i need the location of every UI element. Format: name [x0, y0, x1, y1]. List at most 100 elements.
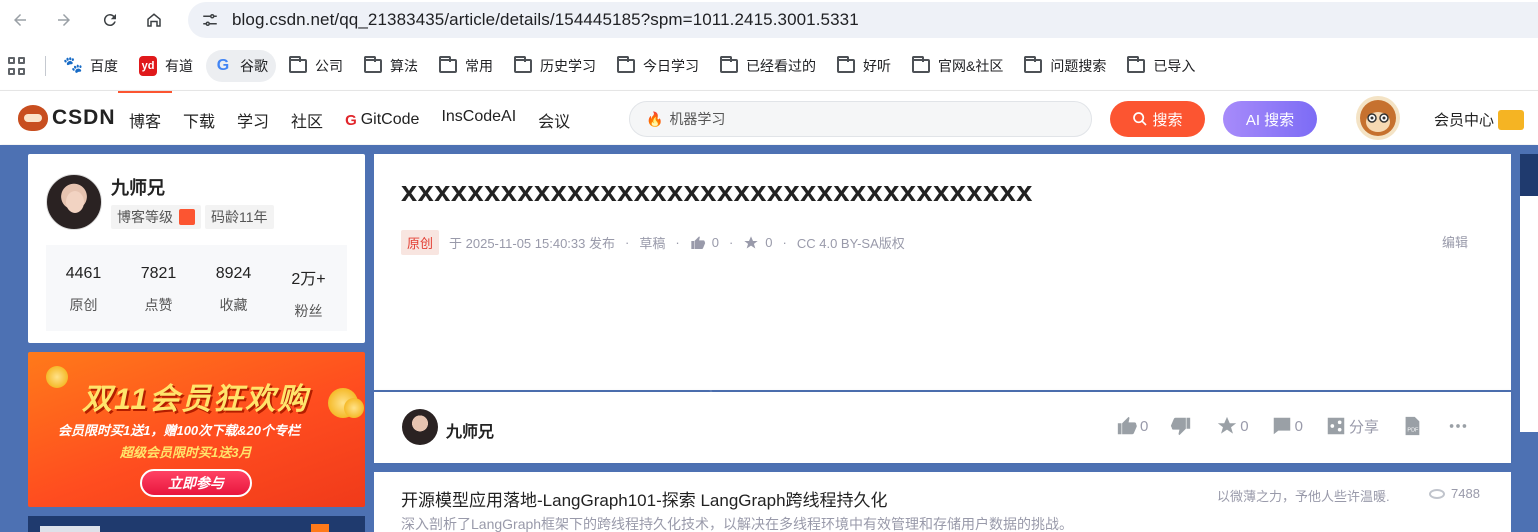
more-button[interactable]: [1447, 415, 1471, 437]
meta-favorite-count: 0: [765, 235, 773, 250]
nav-community[interactable]: 社区: [291, 108, 323, 132]
arrow-left-icon: [14, 14, 26, 26]
stat-value: 4461: [65, 265, 102, 282]
article-header: xxxxxxxxxxxxxxxxxxxxxxxxxxxxxxxxxxxxxx 原…: [374, 154, 1511, 390]
folder-icon: [439, 56, 457, 73]
bookmark-baidu[interactable]: 🐾 百度: [56, 50, 126, 82]
reload-button[interactable]: [96, 6, 124, 34]
svg-text:PDF: PDF: [1407, 428, 1419, 434]
coin-icon: [344, 398, 364, 418]
edit-link[interactable]: 编辑: [1442, 232, 1468, 251]
csdn-logo[interactable]: CSDN: [18, 105, 116, 131]
vip-center-link[interactable]: 会员中心: [1434, 109, 1525, 130]
license-label[interactable]: CC 4.0 BY-SA版权: [797, 233, 905, 252]
author-avatar[interactable]: [46, 174, 102, 230]
action-bar-author[interactable]: 九师兄: [446, 418, 494, 442]
nav-gitcode-label: GitCode: [360, 111, 420, 128]
action-tools: 0 0 0 分享 PDF: [1094, 415, 1471, 437]
pdf-button[interactable]: PDF: [1401, 415, 1425, 437]
action-bar-avatar[interactable]: [402, 409, 438, 445]
stat-label: 原创: [69, 297, 98, 313]
stat-label: 收藏: [219, 297, 248, 313]
coin-icon: [46, 366, 68, 388]
thumb-up-icon: [1117, 416, 1137, 435]
recommend-item[interactable]: 开源模型应用落地-LangGraph101-探索 LangGraph跨线程持久化…: [374, 472, 1511, 532]
more-dots-icon: [1449, 424, 1467, 428]
bookmark-folder-common[interactable]: 常用: [431, 50, 501, 82]
dislike-button[interactable]: [1170, 415, 1194, 437]
meta-separator: ·: [625, 235, 630, 250]
bookmark-folder-questions[interactable]: 问题搜索: [1016, 50, 1114, 82]
bookmark-google[interactable]: G 谷歌: [206, 50, 276, 82]
search-box: 🔥: [629, 101, 1092, 137]
stat-favorites[interactable]: 8924 收藏: [196, 245, 271, 331]
bookmark-folder-seen[interactable]: 已经看过的: [712, 50, 824, 82]
bookmark-folder-history[interactable]: 历史学习: [506, 50, 604, 82]
bookmark-folder-today[interactable]: 今日学习: [609, 50, 707, 82]
bookmark-folder-music[interactable]: 好听: [829, 50, 899, 82]
csdn-toolbar: CSDN 博客 下载 学习 社区 G GitCode InsCodeAI 会议 🔥…: [0, 90, 1538, 144]
bookmark-label: 公司: [315, 58, 343, 74]
meta-separator: ·: [728, 235, 734, 250]
nav-blog[interactable]: 博客: [129, 108, 161, 132]
bookmark-label: 算法: [390, 58, 418, 74]
user-avatar[interactable]: [1356, 96, 1400, 140]
bookmarks-bar: 🐾 百度 yd 有道 G 谷歌 公司 算法 常用 历史学习 今日学习 已经看过的 好听…: [0, 44, 1538, 88]
stat-original[interactable]: 4461 原创: [46, 245, 121, 331]
bookmark-folder-official[interactable]: 官网&社区: [904, 50, 1011, 82]
folder-icon: [617, 56, 635, 73]
promo-line1: 会员限时买1送1，赠100次下载&20个专栏: [58, 423, 300, 438]
bookmark-label: 有道: [165, 58, 193, 74]
monkey-avatar-icon: [1360, 100, 1396, 136]
nav-learn[interactable]: 学习: [237, 108, 269, 132]
apps-grid-icon[interactable]: [8, 57, 26, 75]
nav-meeting[interactable]: 会议: [538, 108, 570, 132]
like-button[interactable]: 0: [1116, 415, 1148, 437]
promo-join-button[interactable]: 立即参与: [140, 469, 252, 497]
search-input[interactable]: [669, 111, 1050, 127]
author-name[interactable]: 九师兄: [111, 174, 165, 200]
ai-search-button[interactable]: AI 搜索: [1223, 101, 1317, 137]
star-icon[interactable]: [743, 235, 759, 251]
ai-search-label: AI 搜索: [1245, 111, 1295, 129]
stat-fans[interactable]: 2万+ 粉丝: [271, 245, 346, 331]
blog-level-label: 博客等级: [117, 209, 173, 225]
url-field[interactable]: blog.csdn.net/qq_21383435/article/detail…: [188, 2, 1538, 38]
home-button[interactable]: [140, 6, 168, 34]
recommend-desc: 深入剖析了LangGraph框架下的跨线程持久化技术，以解决在多线程环境中有效管…: [401, 516, 1074, 532]
recommend-title[interactable]: 开源模型应用落地-LangGraph101-探索 LangGraph跨线程持久化: [401, 486, 888, 511]
comment-button[interactable]: 0: [1271, 415, 1303, 437]
bookmark-folder-company[interactable]: 公司: [281, 50, 351, 82]
arrow-right-icon: [58, 14, 70, 26]
recommend-author[interactable]: 以微薄之力，予他人些许温暖.: [1217, 486, 1390, 505]
nav-gitcode[interactable]: G GitCode: [345, 108, 419, 132]
search-button[interactable]: 搜索: [1110, 101, 1205, 137]
back-button[interactable]: [6, 6, 34, 34]
stat-likes[interactable]: 7821 点赞: [121, 245, 196, 331]
blog-level-badge[interactable]: 博客等级: [111, 205, 201, 229]
youdao-icon: yd: [139, 56, 157, 76]
comment-count: 0: [1294, 417, 1303, 435]
nav-active-indicator: [118, 91, 172, 93]
site-info-icon[interactable]: [198, 8, 222, 32]
share-icon: [1327, 417, 1345, 435]
favorite-button[interactable]: 0: [1216, 415, 1249, 437]
bookmark-label: 已经看过的: [746, 58, 816, 74]
bookmark-label: 谷歌: [240, 58, 268, 74]
bookmark-label: 好听: [863, 58, 891, 74]
folder-icon: [837, 56, 855, 73]
bookmark-youdao[interactable]: yd 有道: [131, 50, 201, 82]
share-button[interactable]: 分享: [1325, 415, 1379, 437]
nav-inscodeai[interactable]: InsCodeAI: [441, 108, 516, 132]
nav-download[interactable]: 下载: [183, 108, 215, 132]
stat-value: 7821: [140, 265, 177, 282]
thumb-up-icon[interactable]: [690, 235, 706, 251]
view-count: 7488: [1451, 486, 1480, 501]
promo-banner[interactable]: 双11会员狂欢购 会员限时买1送1，赠100次下载&20个专栏 超级会员限时买1…: [28, 352, 365, 507]
forward-button[interactable]: [50, 6, 78, 34]
bookmark-folder-algorithm[interactable]: 算法: [356, 50, 426, 82]
bookmark-folder-imported[interactable]: 已导入: [1119, 50, 1203, 82]
bookmark-label: 官网&社区: [938, 58, 1004, 74]
code-age-label: 码龄11年: [211, 209, 268, 225]
browser-address-bar: blog.csdn.net/qq_21383435/article/detail…: [0, 0, 1538, 40]
